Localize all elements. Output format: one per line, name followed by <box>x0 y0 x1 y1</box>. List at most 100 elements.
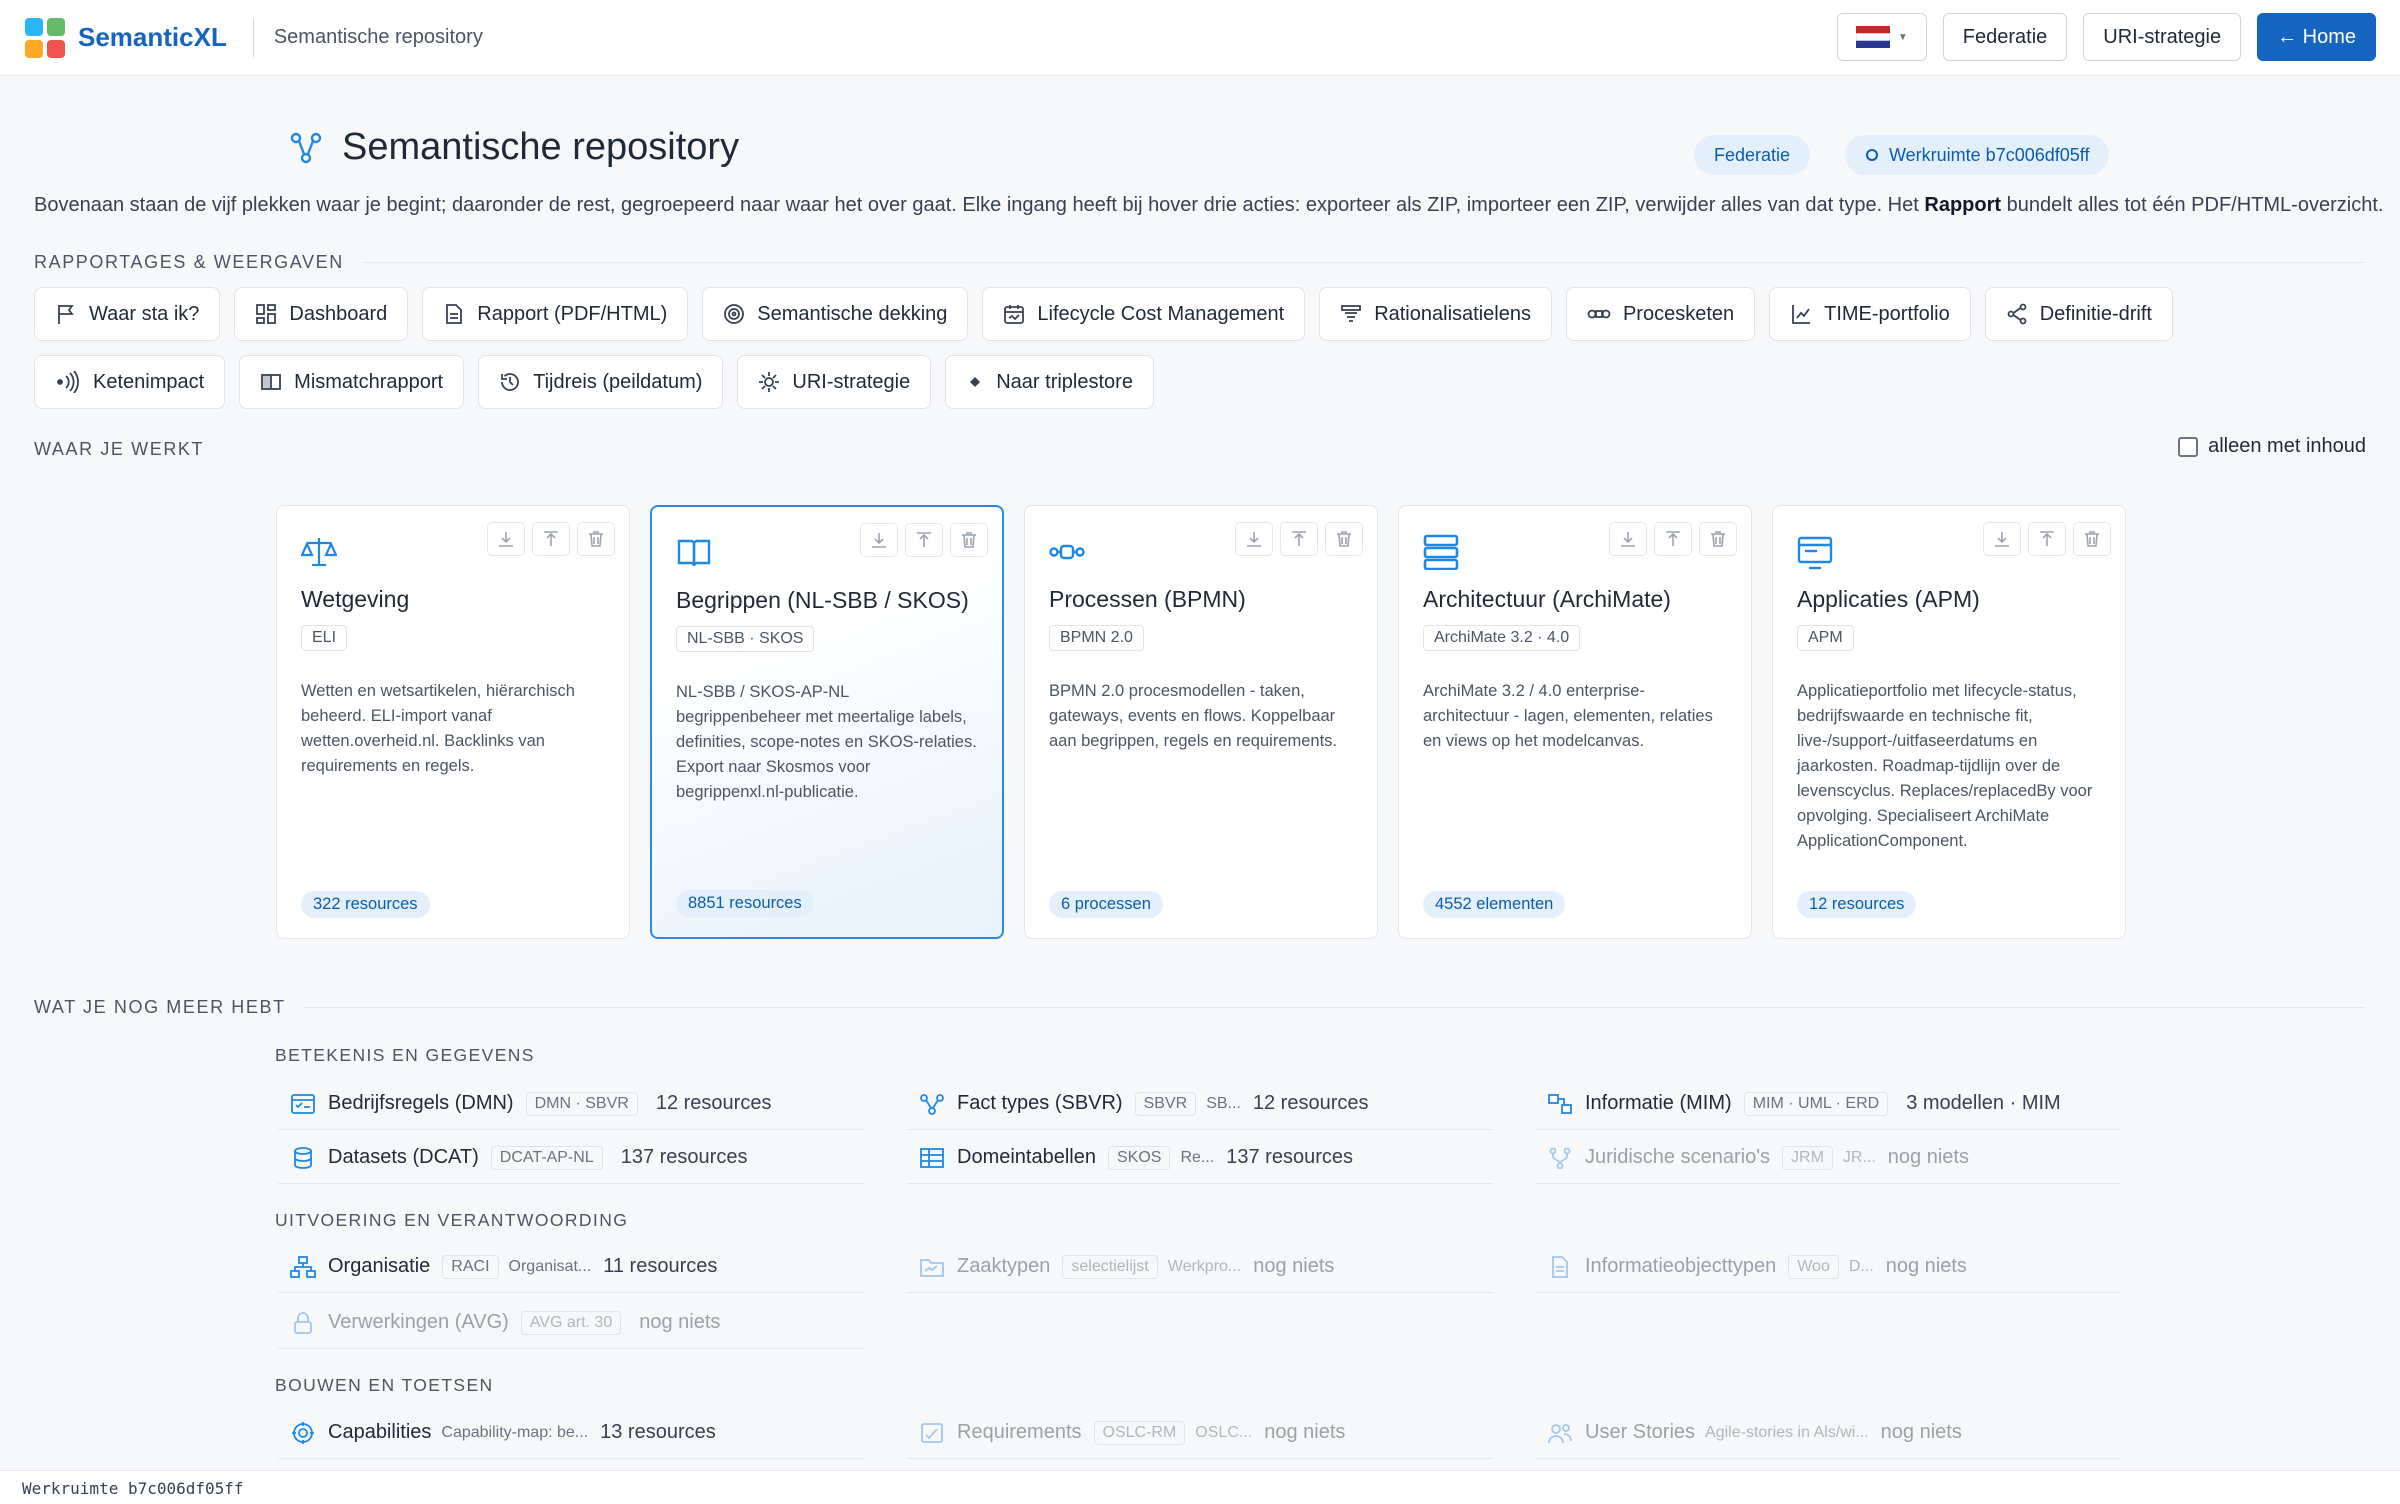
card-count-badge: 322 resources <box>301 891 430 918</box>
columns-icon <box>261 374 282 390</box>
export-zip-button[interactable] <box>1609 522 1647 556</box>
import-zip-button[interactable] <box>1654 522 1692 556</box>
entry-count: 11 resources <box>603 1255 718 1277</box>
report-chip-procesketen[interactable]: Procesketen <box>1565 287 1756 341</box>
layers-icon <box>1423 534 1459 570</box>
org-icon <box>290 1255 316 1278</box>
import-zip-button[interactable] <box>2028 522 2066 556</box>
entry-tag: Woo <box>1788 1254 1839 1279</box>
export-zip-button[interactable] <box>487 522 525 556</box>
filter-with-content[interactable]: alleen met inhoud <box>2178 435 2366 458</box>
page-heading: Semantische repository <box>290 126 739 169</box>
app-logo[interactable]: SemanticXL <box>24 17 227 59</box>
report-chip-rapport[interactable]: Rapport (PDF/HTML) <box>422 287 689 341</box>
entry-tag: AVG art. 30 <box>520 1310 622 1335</box>
entry-count: nog niets <box>1880 1421 1962 1443</box>
report-chip-rationalisatielens[interactable]: Rationalisatielens <box>1319 287 1552 341</box>
report-chip-semantische-dekking[interactable]: Semantische dekking <box>702 287 969 341</box>
report-chip-label: Semantische dekking <box>757 302 948 325</box>
table-icon <box>920 1147 944 1168</box>
header-divider <box>252 18 254 57</box>
entry-name: Datasets (DCAT) <box>328 1146 479 1168</box>
delete-all-button[interactable] <box>2073 522 2111 556</box>
card-architectuur[interactable]: Architectuur (ArchiMate) ArchiMate 3.2 ·… <box>1398 505 1752 939</box>
card-description: BPMN 2.0 procesmodellen - taken, gateway… <box>1049 682 1338 750</box>
export-zip-button[interactable] <box>1235 522 1273 556</box>
delete-all-button[interactable] <box>577 522 615 556</box>
trash-icon <box>1337 531 1351 547</box>
federatie-button[interactable]: Federatie <box>1942 13 2068 61</box>
graph-icon <box>920 1093 944 1115</box>
report-chip-lifecycle-cost[interactable]: Lifecycle Cost Management <box>982 287 1306 341</box>
report-chip-label: Lifecycle Cost Management <box>1037 302 1285 325</box>
language-select[interactable]: ▼ <box>1836 13 1927 61</box>
card-applicaties[interactable]: Applicaties (APM) APM Applicatieportfoli… <box>1772 505 2126 939</box>
import-zip-button[interactable] <box>1280 522 1318 556</box>
import-zip-button[interactable] <box>905 523 943 557</box>
delete-all-button[interactable] <box>1325 522 1363 556</box>
database-icon <box>294 1146 312 1169</box>
entry-tag: JRM <box>1782 1145 1833 1170</box>
entry-informatieobjecttypen[interactable]: Informatieobjecttypen Woo D... nog niets <box>1535 1241 2121 1293</box>
report-chip-waar-sta-ik[interactable]: Waar sta ik? <box>34 287 221 341</box>
report-chip-mismatchrapport[interactable]: Mismatchrapport <box>239 355 465 409</box>
entry-count: 137 resources <box>1226 1146 1353 1168</box>
intro-after: bundelt alles tot één PDF/HTML-overzicht… <box>2001 194 2384 216</box>
entry-capabilities[interactable]: Capabilities Capability-map: be... 13 re… <box>278 1407 864 1459</box>
folder-icon <box>920 1258 944 1277</box>
report-chip-time-portfolio[interactable]: TIME-portfolio <box>1769 287 1971 341</box>
section-work-text: WAAR JE WERKT <box>34 439 205 459</box>
report-chip-definitie-drift[interactable]: Definitie-drift <box>1984 287 2173 341</box>
entry-count: 13 resources <box>600 1421 716 1443</box>
import-zip-button[interactable] <box>532 522 570 556</box>
entry-sub: Agile-stories in Als/wi... <box>1705 1423 1869 1441</box>
entry-name: Capabilities <box>328 1421 432 1443</box>
document-icon <box>446 304 463 324</box>
entry-verwerkingen[interactable]: Verwerkingen (AVG) AVG art. 30 nog niets <box>278 1297 864 1349</box>
intro-before: Bovenaan staan de vijf plekken waar je b… <box>34 194 1925 216</box>
workspace-badge[interactable]: Werkruimte b7c006df05ff <box>1845 135 2110 175</box>
group-label-uitvoering: UITVOERING EN VERANTWOORDING <box>275 1210 629 1230</box>
entry-fact-types[interactable]: Fact types (SBVR) SBVR SB... 12 resource… <box>907 1078 1493 1130</box>
card-begrippen[interactable]: Begrippen (NL-SBB / SKOS) NL-SBB · SKOS … <box>650 505 1004 939</box>
entry-organisatie[interactable]: Organisatie RACI Organisat... 11 resourc… <box>278 1241 864 1293</box>
card-description: Applicatieportfolio met lifecycle-status… <box>1797 682 2093 850</box>
entry-datasets[interactable]: Datasets (DCAT) DCAT-AP-NL 137 resources <box>278 1132 864 1184</box>
report-chip-dashboard[interactable]: Dashboard <box>234 287 409 341</box>
card-wetgeving[interactable]: Wetgeving ELI Wetten en wetsartikelen, h… <box>276 505 630 939</box>
export-zip-button[interactable] <box>1983 522 2021 556</box>
download-icon <box>1247 532 1261 547</box>
report-chip-list: Waar sta ik? Dashboard Rapport (PDF/HTML… <box>34 287 2374 409</box>
home-button[interactable]: ← Home <box>2257 13 2376 61</box>
intro-bold: Rapport <box>1924 194 2002 216</box>
entry-bedrijfsregels[interactable]: Bedrijfsregels (DMN) DMN · SBVR 12 resou… <box>278 1078 864 1130</box>
card-title: Processen (BPMN) <box>1049 586 1246 612</box>
dashboard-icon <box>256 304 277 324</box>
entry-requirements[interactable]: Requirements OSLC-RM OSLC... nog niets <box>907 1407 1493 1459</box>
report-chip-ketenimpact[interactable]: Ketenimpact <box>34 355 226 409</box>
entry-name: Domeintabellen <box>957 1146 1096 1168</box>
federatie-badge[interactable]: Federatie <box>1694 135 1811 175</box>
entry-zaaktypen[interactable]: Zaaktypen selectielijst Werkpro... nog n… <box>907 1241 1493 1293</box>
entry-informatie[interactable]: Informatie (MIM) MIM · UML · ERD 3 model… <box>1535 1078 2121 1130</box>
chart-icon <box>1792 305 1811 324</box>
entry-count: nog niets <box>1264 1421 1346 1443</box>
entry-juridische-scenarios[interactable]: Juridische scenario's JRM JR... nog niet… <box>1535 1132 2121 1184</box>
trash-icon <box>962 532 976 548</box>
report-chip-tijdreis[interactable]: Tijdreis (peildatum) <box>478 355 724 409</box>
report-chip-label: Rapport (PDF/HTML) <box>477 302 668 325</box>
book-icon <box>677 539 711 567</box>
report-chip-uri-strategie[interactable]: URI-strategie <box>737 355 932 409</box>
entry-domeintabellen[interactable]: Domeintabellen SKOS Re... 137 resources <box>907 1132 1493 1184</box>
filter-checkbox[interactable] <box>2178 436 2199 457</box>
export-zip-button[interactable] <box>860 523 898 557</box>
uri-strategie-button[interactable]: URI-strategie <box>2083 13 2242 61</box>
entry-sub: D... <box>1848 1257 1874 1275</box>
diamond-icon <box>970 377 981 387</box>
card-processen[interactable]: Processen (BPMN) BPMN 2.0 BPMN 2.0 proce… <box>1024 505 1378 939</box>
entry-count: nog niets <box>1885 1255 1967 1277</box>
delete-all-button[interactable] <box>1699 522 1737 556</box>
report-chip-triplestore[interactable]: Naar triplestore <box>945 355 1154 409</box>
entry-user-stories[interactable]: User Stories Agile-stories in Als/wi... … <box>1535 1407 2121 1459</box>
delete-all-button[interactable] <box>950 523 988 557</box>
